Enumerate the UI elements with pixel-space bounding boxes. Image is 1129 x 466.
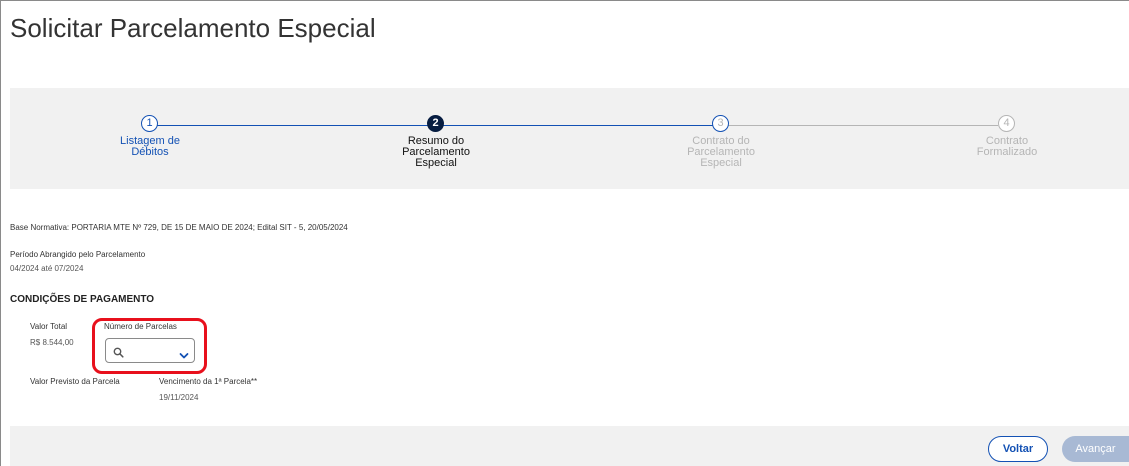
step-connector-1-2 xyxy=(157,125,429,126)
numero-parcelas-label: Número de Parcelas xyxy=(104,322,177,331)
page-title: Solicitar Parcelamento Especial xyxy=(10,13,376,43)
vencimento-value: 19/11/2024 xyxy=(159,393,199,402)
step-4-label-line-2: Formalizado xyxy=(976,146,1038,158)
chevron-down-icon[interactable] xyxy=(179,347,189,365)
step-4-circle: 4 xyxy=(998,115,1015,132)
base-normativa-value: : PORTARIA MTE Nº 729, DE 15 DE MAIO DE … xyxy=(66,223,348,232)
valor-total-value: R$ 8.544,00 xyxy=(30,338,74,347)
payment-conditions-heading: CONDIÇÕES DE PAGAMENTO xyxy=(10,294,155,305)
base-normativa: Base Normativa: PORTARIA MTE Nº 729, DE … xyxy=(10,223,348,232)
base-normativa-label: Base Normativa xyxy=(10,223,67,232)
step-connector-2-3 xyxy=(443,125,714,126)
vencimento-label: Vencimento da 1ª Parcela** xyxy=(159,377,258,386)
step-3-label-line-3: Especial xyxy=(700,157,742,169)
step-1-circle[interactable]: 1 xyxy=(141,115,158,132)
stepper: 1 Listagem de Débitos 2 Resumo do Parcel… xyxy=(10,88,1129,189)
periodo-value: 04/2024 até 07/2024 xyxy=(10,264,84,273)
numero-parcelas-select[interactable] xyxy=(105,338,195,363)
footer-bar xyxy=(10,426,1129,466)
step-2-circle: 2 xyxy=(427,115,444,132)
step-3-circle: 3 xyxy=(712,115,729,132)
step-3-label: Contrato do Parcelamento Especial xyxy=(641,136,801,169)
step-1-label[interactable]: Listagem de Débitos xyxy=(70,136,230,158)
step-1-label-line-2: Débitos xyxy=(131,146,169,158)
valor-previsto-label: Valor Previsto da Parcela xyxy=(30,377,120,386)
window-frame-left xyxy=(0,0,1,466)
voltar-button[interactable]: Voltar xyxy=(988,436,1048,462)
avancar-button[interactable]: Avançar xyxy=(1062,436,1129,462)
periodo-label: Período Abrangido pelo Parcelamento xyxy=(10,250,146,259)
valor-total-label: Valor Total xyxy=(30,322,68,331)
step-4-label: Contrato Formalizado xyxy=(927,136,1087,158)
step-2-label: Resumo do Parcelamento Especial xyxy=(356,136,516,169)
search-icon xyxy=(113,345,124,363)
step-connector-3-4 xyxy=(728,125,998,126)
window-frame-top xyxy=(0,0,1129,1)
step-2-label-line-3: Especial xyxy=(415,157,457,169)
